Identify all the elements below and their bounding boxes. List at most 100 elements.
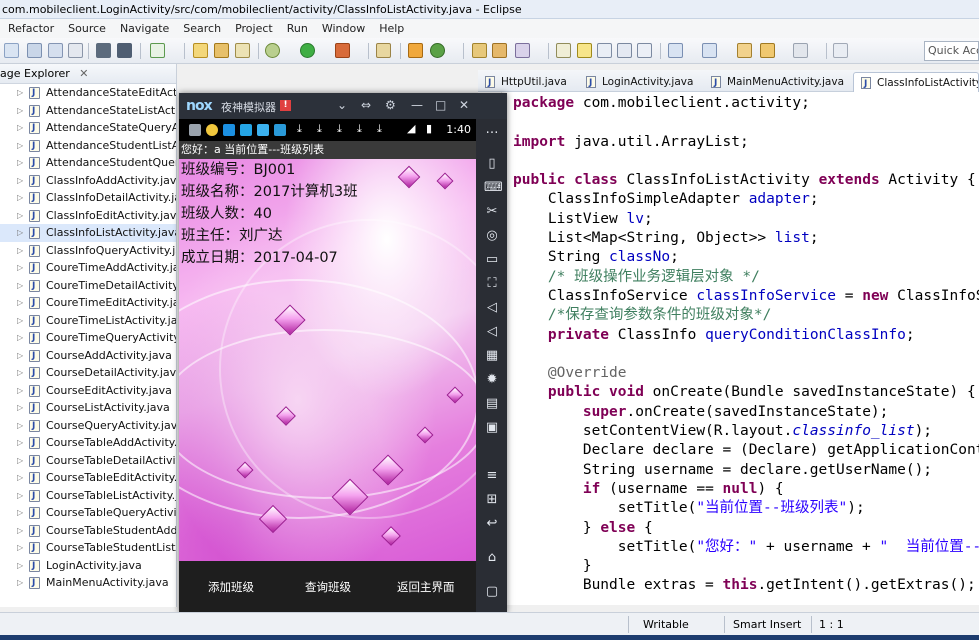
pilcrow-icon[interactable] <box>637 43 652 58</box>
expand-arrow-icon[interactable]: ▷ <box>17 522 23 540</box>
package-tree-item[interactable]: ▷ CourseTableEditActivity.java <box>0 469 176 488</box>
new-icon[interactable] <box>4 43 19 58</box>
pin-icon[interactable]: ⇔ <box>361 98 371 112</box>
package-tree-item[interactable]: ▷ CoureTimeDetailActivity.java <box>0 277 176 296</box>
menu-project[interactable]: Project <box>227 19 279 38</box>
screen-icon[interactable]: ▭ <box>484 253 500 267</box>
package-tree-item[interactable]: ▷ AttendanceStateEditActivity <box>0 84 176 103</box>
expand-arrow-icon[interactable]: ▷ <box>17 84 23 102</box>
save-icon[interactable] <box>27 43 42 58</box>
expand-arrow-icon[interactable]: ▷ <box>17 312 23 330</box>
package-tree-item[interactable]: ▷ ClassInfoListActivity.java <box>0 224 176 243</box>
expand-arrow-icon[interactable]: ▷ <box>17 294 23 312</box>
tab-classinfo-list-activity[interactable]: ClassInfoListActivity.java <box>853 72 979 92</box>
expand-arrow-icon[interactable]: ▷ <box>17 399 23 417</box>
package-tree-item[interactable]: ▷ CourseTableStudentAddAc <box>0 522 176 541</box>
package-tree-item[interactable]: ▷ AttendanceStudentQueryActivity <box>0 154 176 173</box>
package-tree-item[interactable]: ▷ AttendanceStateQueryActivity <box>0 119 176 138</box>
build-icon[interactable] <box>214 43 229 58</box>
multi-instance-icon[interactable]: ▣ <box>484 421 500 435</box>
keyboard-icon[interactable]: ⌨ <box>484 181 503 195</box>
menu-window[interactable]: Window <box>314 19 371 38</box>
package-tree-item[interactable]: ▷ CourseQueryActivity.java <box>0 417 176 436</box>
show-whitespace-icon[interactable] <box>617 43 632 58</box>
new-class-icon[interactable] <box>235 43 250 58</box>
notification-badge[interactable]: ! <box>280 100 291 111</box>
expand-arrow-icon[interactable]: ▷ <box>17 119 23 137</box>
apk-install-icon[interactable]: ▦ <box>484 349 500 363</box>
package-tree-item[interactable]: ▷ CourseAddActivity.java <box>0 347 176 366</box>
expand-arrow-icon[interactable]: ▷ <box>17 224 23 242</box>
add-icon[interactable]: ⊞ <box>484 493 500 507</box>
expand-arrow-icon[interactable]: ▷ <box>17 574 23 592</box>
forward-icon[interactable] <box>793 43 808 58</box>
expand-arrow-icon[interactable]: ▷ <box>17 172 23 190</box>
expand-arrow-icon[interactable]: ▷ <box>17 452 23 470</box>
volume-down-icon[interactable]: ◁ <box>484 325 500 339</box>
expand-arrow-icon[interactable]: ▷ <box>17 364 23 382</box>
package-tree-item[interactable]: ▷ CourseDetailActivity.java <box>0 364 176 383</box>
android-sdk-icon[interactable] <box>96 43 111 58</box>
expand-arrow-icon[interactable]: ▷ <box>17 242 23 260</box>
menu-icon[interactable]: ≡ <box>484 469 500 483</box>
package-tree-item[interactable]: ▷ AttendanceStudentListActivity <box>0 137 176 156</box>
last-edit-icon[interactable] <box>737 43 752 58</box>
expand-arrow-icon[interactable]: ▷ <box>17 329 23 347</box>
open-folder-icon[interactable] <box>193 43 208 58</box>
tab-main-menu-activity[interactable]: MainMenuActivity.java <box>704 72 844 93</box>
toggle-mark-icon[interactable] <box>556 43 571 58</box>
expand-arrow-icon[interactable]: ▷ <box>17 277 23 295</box>
shake-icon[interactable]: ▯ <box>484 157 500 171</box>
expand-arrow-icon[interactable]: ▷ <box>17 487 23 505</box>
expand-arrow-icon[interactable]: ▷ <box>17 417 23 435</box>
package-tree-item[interactable]: ▷ CourseEditActivity.java <box>0 382 176 401</box>
web-icon[interactable] <box>430 43 445 58</box>
expand-arrow-icon[interactable]: ▷ <box>17 469 23 487</box>
save-all-icon[interactable] <box>48 43 63 58</box>
menu-help[interactable]: Help <box>371 19 410 38</box>
checkbox-icon[interactable] <box>150 43 165 58</box>
expand-arrow-icon[interactable]: ▷ <box>17 347 23 365</box>
gear-icon[interactable]: ⚙ <box>385 98 396 112</box>
package-tree-item[interactable]: ▷ CourseListActivity.java <box>0 399 176 418</box>
prev-annotation-icon[interactable] <box>702 43 717 58</box>
code-text[interactable]: package com.mobileclient.activity; impor… <box>513 94 979 596</box>
block-selection-icon[interactable] <box>597 43 612 58</box>
expand-arrow-icon[interactable]: ▷ <box>17 137 23 155</box>
package-tree-item[interactable]: ▷ LoginActivity.java <box>0 557 176 576</box>
expand-arrow-icon[interactable]: ▷ <box>17 504 23 522</box>
package-tree-item[interactable]: ▷ CoureTimeAddActivity.java <box>0 259 176 278</box>
maximize-icon[interactable]: □ <box>435 98 446 112</box>
package-tree-item[interactable]: ▷ CoureTimeListActivity.java <box>0 312 176 331</box>
tab-login-activity[interactable]: LoginActivity.java <box>579 72 693 93</box>
open-type-icon[interactable] <box>472 43 487 58</box>
search-icon[interactable] <box>408 43 423 58</box>
package-tree-item[interactable]: ▷ ClassInfoEditActivity.java <box>0 207 176 226</box>
home-icon[interactable]: ⌂ <box>484 551 500 565</box>
macro-icon[interactable]: ▤ <box>484 397 500 411</box>
brightness-icon[interactable]: ✹ <box>484 373 500 387</box>
expand-arrow-icon[interactable]: ▷ <box>17 434 23 452</box>
expand-arrow-icon[interactable]: ▷ <box>17 557 23 575</box>
expand-arrow-icon[interactable]: ▷ <box>17 154 23 172</box>
debug-icon[interactable] <box>265 43 280 58</box>
run-icon[interactable] <box>300 43 315 58</box>
menu-search[interactable]: Search <box>175 19 227 38</box>
close-icon[interactable]: ✕ <box>459 98 469 112</box>
package-tree-item[interactable]: ▷ CourseTableQueryActivity. <box>0 504 176 523</box>
back-to-main-button[interactable]: 返回主界面 <box>397 579 455 595</box>
menu-source[interactable]: Source <box>60 19 112 38</box>
menu-navigate[interactable]: Navigate <box>112 19 175 38</box>
highlight-icon[interactable] <box>577 43 592 58</box>
package-tree-item[interactable]: ▷ CourseTableAddActivity.java <box>0 434 176 453</box>
package-tree-item[interactable]: ▷ ClassInfoQueryActivity.java <box>0 242 176 261</box>
volume-up-icon[interactable]: ◁ <box>484 301 500 315</box>
avd-manager-icon[interactable] <box>117 43 132 58</box>
package-tree-item[interactable]: ▷ AttendanceStateListActivity <box>0 102 176 121</box>
external-tools-icon[interactable] <box>335 43 350 58</box>
expand-arrow-icon[interactable]: ▷ <box>17 102 23 120</box>
more-icon[interactable]: … <box>484 123 500 137</box>
pencil-icon[interactable] <box>376 43 391 58</box>
package-tree-item[interactable]: ▷ CourseTableStudentListAct <box>0 539 176 558</box>
query-class-button[interactable]: 查询班级 <box>305 579 351 595</box>
